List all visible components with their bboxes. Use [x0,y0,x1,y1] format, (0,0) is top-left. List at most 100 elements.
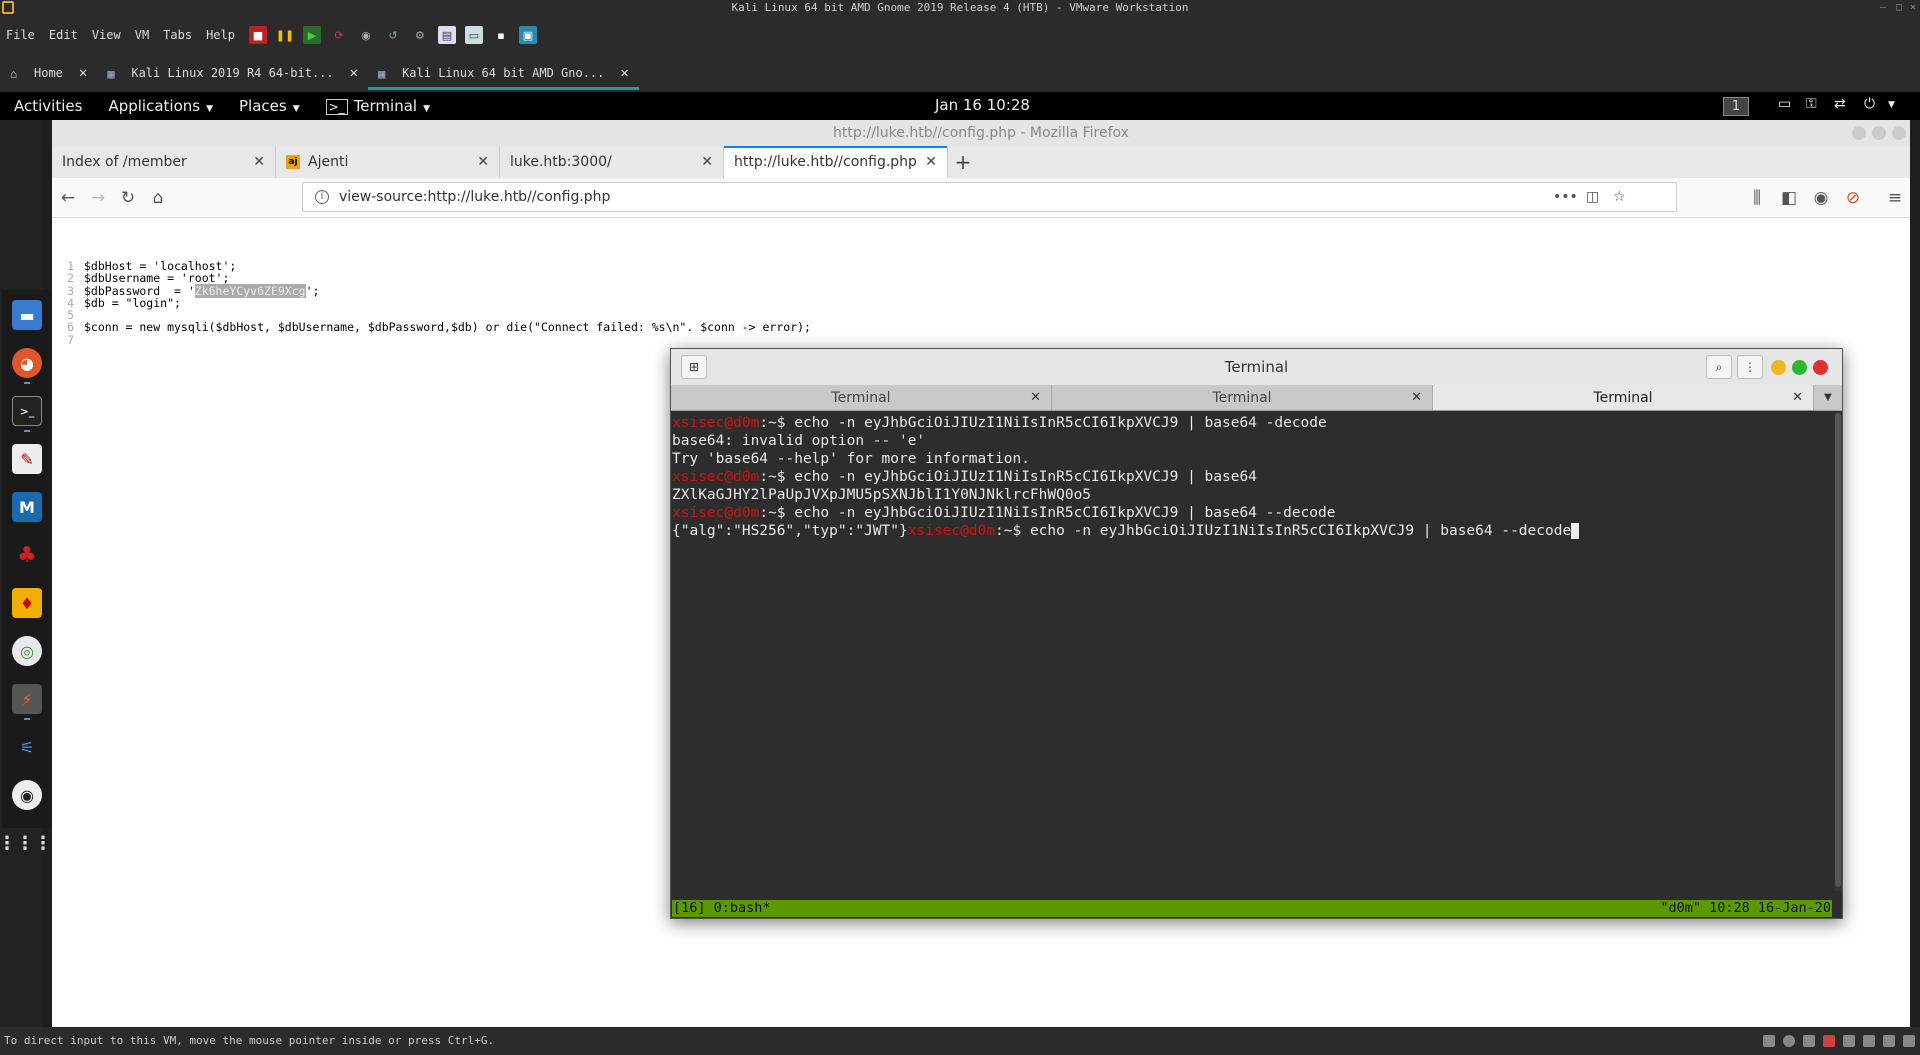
minimize-icon[interactable] [1852,126,1866,140]
play-icon[interactable]: ▶ [302,26,321,44]
pause-icon[interactable]: ❚❚ [276,26,294,44]
terminal-tab[interactable]: Terminal ✕ [1052,385,1433,410]
chevron-down-icon[interactable]: ▼ [1888,100,1895,110]
close-tab-icon[interactable]: ✕ [477,154,489,170]
files-icon[interactable]: ▬ [12,300,42,330]
sound-icon[interactable] [1863,1035,1875,1047]
close-icon[interactable] [1813,360,1828,375]
places-menu[interactable]: Places ▼ [239,97,300,115]
hdd-icon[interactable] [1763,1035,1775,1047]
maximize-icon[interactable]: □ [1896,0,1902,16]
close-tab-icon[interactable]: ✕ [1792,390,1803,405]
maximize-icon[interactable] [1872,126,1886,140]
usb-icon[interactable] [1843,1035,1855,1047]
disc-icon[interactable]: ◉ [12,780,42,810]
info-icon[interactable]: i [315,190,329,204]
clock[interactable]: Jan 16 10:28 [935,96,1030,114]
close-tab-icon[interactable]: ✕ [620,65,628,81]
cherrytree-icon[interactable]: ♣ [12,540,42,570]
minimize-icon[interactable] [1771,360,1786,375]
tab-list-chevron-icon[interactable]: ▼ [1814,385,1842,410]
network-adapter-icon[interactable] [1823,1035,1835,1047]
library-icon[interactable]: ⫼ [1747,188,1767,208]
burp-icon[interactable]: ♦ [12,588,42,618]
screen-icon[interactable]: ▭ [1778,96,1791,112]
selected-password[interactable]: Zk6heYCyv6ZE9Xcg [194,283,306,298]
power-off-icon[interactable]: ■ [248,26,267,44]
key-icon[interactable]: ⚿ [1806,96,1817,112]
tab-config-php[interactable]: http://luke.htb//config.php ✕ [724,146,948,178]
maximize-icon[interactable] [1792,360,1807,375]
menu-icon[interactable]: ⋮ [1737,355,1763,379]
page-actions-icon[interactable]: ••• [1553,189,1578,205]
hamburger-menu-icon[interactable]: ≡ [1885,188,1905,208]
unity-icon[interactable]: ▪ [492,26,510,44]
tab-index-member[interactable]: Index of /member ✕ [52,146,276,178]
minimize-icon[interactable]: – [1880,0,1886,16]
line-number: 6 [67,320,74,335]
floppy-icon[interactable] [1803,1035,1815,1047]
close-tab-icon[interactable]: ✕ [701,154,713,170]
terminal-app-menu[interactable]: >_ Terminal ▼ [325,97,430,115]
search-icon[interactable]: ⌕ [1706,355,1732,379]
network-icon[interactable]: ⇄ [1834,96,1846,112]
vm-tab-kali-amd[interactable]: ▦ Kali Linux 64 bit AMD Gno... ✕ [368,54,639,92]
menu-tabs[interactable]: Tabs [163,28,192,42]
account-icon[interactable]: ◉ [1811,188,1831,208]
menu-view[interactable]: View [92,28,121,42]
new-tab-icon[interactable]: ⊞ [681,355,707,379]
reload-icon[interactable]: ↻ [118,188,138,208]
tab-luke-3000[interactable]: luke.htb:3000/ ✕ [500,146,724,178]
applications-menu[interactable]: Applications ▼ [108,97,213,115]
display-icon[interactable] [1883,1035,1895,1047]
workspace-indicator[interactable]: 1 [1723,97,1749,116]
power-icon[interactable]: ⏻ [1864,96,1875,112]
close-tab-icon[interactable]: ✕ [925,154,937,170]
cd-icon[interactable] [1783,1035,1795,1047]
menu-help[interactable]: Help [206,28,235,42]
terminal-tab-active[interactable]: Terminal ✕ [1433,385,1814,410]
terminal-icon[interactable]: >_ [12,396,42,426]
close-tab-icon[interactable]: ✕ [1030,390,1041,405]
forward-icon[interactable]: → [88,188,108,208]
snapshot-manager-icon[interactable]: ⚙ [411,26,429,44]
menu-vm[interactable]: VM [135,28,149,42]
bookmark-star-icon[interactable]: ☆ [1613,189,1626,205]
menu-edit[interactable]: Edit [49,28,78,42]
fullscreen-icon[interactable]: ▭ [464,26,483,44]
console-view-icon[interactable]: ▣ [518,26,537,44]
close-icon[interactable]: × [1910,0,1916,16]
reset-icon[interactable]: ⟳ [330,26,348,44]
back-icon[interactable]: ← [58,188,78,208]
sidebar-icon[interactable]: ◧ [1779,188,1799,208]
vm-tab-kali-r4[interactable]: ▦ Kali Linux 2019 R4 64-bit... ✕ [97,54,368,92]
terminal-output[interactable]: xsisec@d0m:~$ echo -n eyJhbGciOiJIUzI1Ni… [671,411,1834,891]
chrome-icon[interactable]: ◎ [12,636,42,666]
firefox-icon[interactable]: ◕ [12,348,42,378]
close-icon[interactable] [1892,126,1906,140]
new-tab-button[interactable]: + [948,146,978,178]
close-tab-icon[interactable]: ✕ [350,65,358,81]
terminal-scrollbar[interactable] [1834,411,1842,891]
burpsuite-icon[interactable]: ⚡ [12,684,42,714]
close-tab-icon[interactable]: ✕ [1411,390,1422,405]
app-grid-icon[interactable]: ⋮⋮⋮ [0,828,52,858]
close-tab-icon[interactable]: ✕ [253,154,265,170]
addon-icon[interactable]: ⊘ [1843,188,1863,208]
fit-guest-icon[interactable]: ▤ [437,26,456,44]
home-icon[interactable]: ⌂ [148,188,168,208]
menu-file[interactable]: File [6,28,35,42]
message-icon[interactable] [1903,1035,1915,1047]
text-editor-icon[interactable]: ✎ [12,444,42,474]
pocket-icon[interactable]: ◫ [1586,189,1599,205]
tab-ajenti[interactable]: aj Ajenti ✕ [276,146,500,178]
metasploit-icon[interactable]: M [12,492,42,522]
snapshot-icon[interactable]: ◉ [357,26,375,44]
vm-tab-home[interactable]: ⌂ Home ✕ [0,54,97,92]
revert-snapshot-icon[interactable]: ↺ [384,26,402,44]
close-tab-icon[interactable]: ✕ [79,65,87,81]
terminal-tab[interactable]: Terminal ✕ [671,385,1052,410]
tweaks-icon[interactable]: ⚟ [12,732,42,762]
url-bar[interactable]: i view-source:http://luke.htb//config.ph… [302,182,1677,212]
activities-button[interactable]: Activities [14,97,82,115]
